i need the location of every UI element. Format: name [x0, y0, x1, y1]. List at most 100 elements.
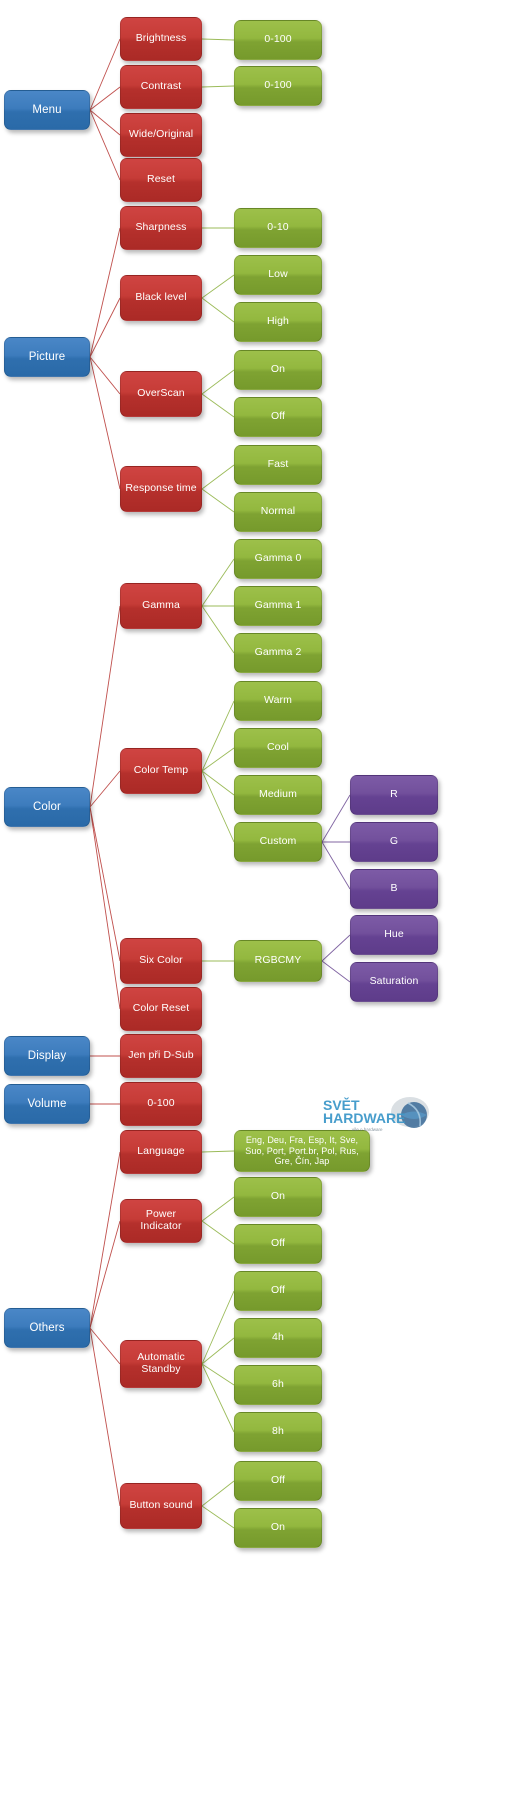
node-label-temp-custom: Custom	[259, 835, 297, 848]
node-standby-6h[interactable]: 6h	[234, 1365, 322, 1405]
node-label-volume: Volume	[27, 1097, 67, 1110]
node-menu[interactable]: Menu	[4, 90, 90, 130]
node-label-brightness-val: 0-100	[264, 33, 292, 46]
node-overscan-on[interactable]: On	[234, 350, 322, 390]
node-overscan-off[interactable]: Off	[234, 397, 322, 437]
node-label-power-on: On	[270, 1190, 286, 1203]
edge-others-to-language	[89, 1151, 121, 1329]
node-label-sharpness: Sharpness	[135, 221, 187, 234]
node-label-color-temp: Color Temp	[133, 764, 189, 777]
edge-others-to-button-sound	[89, 1327, 121, 1507]
edge-contrast-to-contrast-val	[201, 85, 235, 88]
node-label-language: Language	[137, 1145, 185, 1158]
node-volume[interactable]: Volume	[4, 1084, 90, 1124]
node-gamma-2[interactable]: Gamma 2	[234, 633, 322, 673]
edge-response-time-to-response-fast	[201, 464, 235, 490]
node-color[interactable]: Color	[4, 787, 90, 827]
node-label-language-val: Eng, Deu, Fra, Esp, It, Sve, Suo, Port, …	[245, 1134, 359, 1167]
edge-gamma-to-gamma-0	[201, 558, 235, 607]
node-language-val[interactable]: Eng, Deu, Fra, Esp, It, Sve, Suo, Port, …	[234, 1130, 370, 1172]
node-black-high[interactable]: High	[234, 302, 322, 342]
node-six-color[interactable]: Six Color	[120, 938, 202, 984]
node-standby-off[interactable]: Off	[234, 1271, 322, 1311]
globe-icon	[391, 1097, 429, 1128]
node-language[interactable]: Language	[120, 1130, 202, 1174]
edge-menu-to-brightness	[89, 38, 121, 111]
node-volume-val[interactable]: 0-100	[120, 1082, 202, 1126]
node-label-display: Display	[27, 1049, 67, 1062]
node-temp-custom[interactable]: Custom	[234, 822, 322, 862]
node-label-six-color: Six Color	[139, 954, 183, 967]
node-display[interactable]: Display	[4, 1036, 90, 1076]
node-reset[interactable]: Reset	[120, 158, 202, 202]
node-response-time[interactable]: Response time	[120, 466, 202, 512]
node-label-overscan-on: On	[270, 363, 286, 376]
node-color-reset[interactable]: Color Reset	[120, 987, 202, 1031]
node-brightness[interactable]: Brightness	[120, 17, 202, 61]
node-color-temp[interactable]: Color Temp	[120, 748, 202, 794]
node-contrast-val[interactable]: 0-100	[234, 66, 322, 106]
node-custom-b[interactable]: B	[350, 869, 438, 909]
edge-power-indicator-to-power-off	[201, 1220, 235, 1245]
node-temp-cool[interactable]: Cool	[234, 728, 322, 768]
edge-rgbcmy-to-hue	[321, 934, 351, 962]
node-overscan[interactable]: OverScan	[120, 371, 202, 417]
edge-temp-custom-to-custom-b	[321, 841, 351, 890]
edge-menu-to-contrast	[89, 86, 121, 111]
node-wide-original[interactable]: Wide/Original	[120, 113, 202, 157]
edge-color-temp-to-temp-custom	[201, 770, 235, 843]
node-response-fast[interactable]: Fast	[234, 445, 322, 485]
node-power-off[interactable]: Off	[234, 1224, 322, 1264]
svg-text:HARDWARE: HARDWARE	[323, 1110, 405, 1126]
node-label-standby-4h: 4h	[272, 1331, 284, 1344]
edge-color-temp-to-temp-warm	[201, 700, 235, 772]
edge-color-temp-to-temp-medium	[201, 770, 235, 796]
node-standby-4h[interactable]: 4h	[234, 1318, 322, 1358]
node-sound-off[interactable]: Off	[234, 1461, 322, 1501]
node-rgbcmy[interactable]: RGBCMY	[234, 940, 322, 982]
node-label-gamma: Gamma	[142, 599, 180, 612]
node-picture[interactable]: Picture	[4, 337, 90, 377]
edge-black-level-to-black-low	[201, 274, 235, 299]
node-power-on[interactable]: On	[234, 1177, 322, 1217]
node-gamma-0[interactable]: Gamma 0	[234, 539, 322, 579]
node-label-power-indicator: Power Indicator	[140, 1208, 182, 1232]
edge-overscan-to-overscan-off	[201, 393, 235, 418]
node-temp-medium[interactable]: Medium	[234, 775, 322, 815]
node-label-auto-standby: Automatic Standby	[137, 1351, 185, 1375]
node-black-level[interactable]: Black level	[120, 275, 202, 321]
edge-auto-standby-to-standby-8h	[201, 1363, 235, 1433]
node-sharpness[interactable]: Sharpness	[120, 206, 202, 250]
node-label-black-level: Black level	[135, 291, 187, 304]
node-button-sound[interactable]: Button sound	[120, 1483, 202, 1529]
edge-button-sound-to-sound-on	[201, 1505, 235, 1529]
node-standby-8h[interactable]: 8h	[234, 1412, 322, 1452]
node-power-indicator[interactable]: Power Indicator	[120, 1199, 202, 1243]
node-label-sharpness-val: 0-10	[267, 221, 289, 234]
node-hue[interactable]: Hue	[350, 915, 438, 955]
node-sound-on[interactable]: On	[234, 1508, 322, 1548]
node-response-normal[interactable]: Normal	[234, 492, 322, 532]
node-black-low[interactable]: Low	[234, 255, 322, 295]
node-custom-r[interactable]: R	[350, 775, 438, 815]
node-label-custom-g: G	[389, 835, 399, 848]
edge-color-temp-to-temp-cool	[201, 747, 235, 772]
node-gamma[interactable]: Gamma	[120, 583, 202, 629]
node-auto-standby[interactable]: Automatic Standby	[120, 1340, 202, 1388]
node-label-custom-b: B	[390, 882, 398, 895]
node-jen-pri-dsub[interactable]: Jen při D-Sub	[120, 1034, 202, 1078]
node-others[interactable]: Others	[4, 1308, 90, 1348]
node-label-gamma-1: Gamma 1	[254, 599, 302, 612]
edge-color-to-six-color	[89, 806, 121, 962]
edge-auto-standby-to-standby-4h	[201, 1337, 235, 1365]
node-label-color-reset: Color Reset	[132, 1002, 190, 1015]
node-label-color: Color	[33, 800, 61, 813]
node-temp-warm[interactable]: Warm	[234, 681, 322, 721]
node-saturation[interactable]: Saturation	[350, 962, 438, 1002]
node-contrast[interactable]: Contrast	[120, 65, 202, 109]
node-brightness-val[interactable]: 0-100	[234, 20, 322, 60]
edge-auto-standby-to-standby-off	[201, 1290, 235, 1365]
node-gamma-1[interactable]: Gamma 1	[234, 586, 322, 626]
node-custom-g[interactable]: G	[350, 822, 438, 862]
node-sharpness-val[interactable]: 0-10	[234, 208, 322, 248]
